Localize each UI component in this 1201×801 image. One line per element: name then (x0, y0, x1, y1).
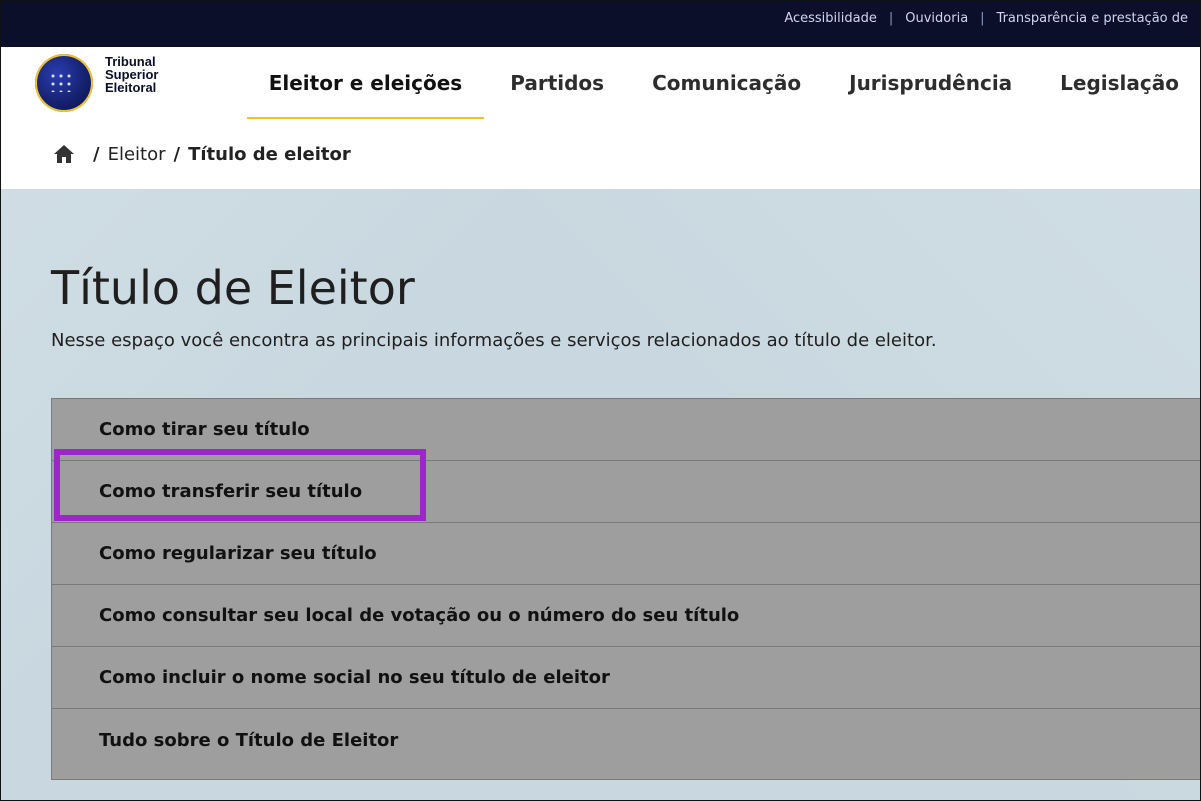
tse-logo-icon[interactable] (35, 54, 93, 112)
breadcrumb-separator: / (93, 143, 100, 165)
browser-viewport: Acessibilidade | Ouvidoria | Transparência e… (0, 0, 1201, 801)
link-transparencia[interactable]: Transparência e prestação de (985, 11, 1200, 26)
breadcrumb-eleitor[interactable]: Eleitor (108, 144, 166, 165)
link-acessibilidade[interactable]: Acessibilidade (772, 11, 889, 26)
breadcrumb: / Eleitor / Título de eleitor (1, 119, 1200, 189)
site-header: Tribunal Superior Eleitoral Eleitor e el… (1, 47, 1200, 120)
separator: | (980, 11, 985, 26)
breadcrumb-current: Título de eleitor (188, 143, 351, 165)
nav-eleitor-e-eleicoes[interactable]: Eleitor e eleições (246, 71, 484, 120)
nav-partidos[interactable]: Partidos (504, 71, 610, 95)
nav-jurisprudencia[interactable]: Jurisprudência (843, 71, 1018, 95)
accordion-item-tudo-sobre[interactable]: Tudo sobre o Título de Eleitor (52, 709, 1200, 771)
home-icon[interactable] (53, 144, 75, 164)
page-title: Título de Eleitor (51, 261, 415, 315)
accordion-item-consultar-local[interactable]: Como consultar seu local de votação ou o… (52, 585, 1200, 647)
top-utility-bar: Acessibilidade | Ouvidoria | Transparência e… (1, 1, 1200, 47)
accordion-item-nome-social[interactable]: Como incluir o nome social no seu título… (52, 647, 1200, 709)
main-nav: Eleitor e eleições Partidos Comunicação … (246, 47, 1185, 120)
utility-links: Acessibilidade | Ouvidoria | Transparência e… (772, 11, 1200, 26)
breadcrumb-separator: / (173, 143, 181, 165)
logo-text[interactable]: Tribunal Superior Eleitoral (105, 55, 185, 94)
nav-comunicacao[interactable]: Comunicação (646, 71, 807, 95)
highlight-annotation (54, 449, 426, 521)
logo-line: Eleitoral (105, 80, 157, 95)
nav-legislacao[interactable]: Legislação (1054, 71, 1185, 95)
page-description: Nesse espaço você encontra as principais… (51, 330, 937, 351)
link-ouvidoria[interactable]: Ouvidoria (893, 11, 980, 26)
accordion-item-regularizar-titulo[interactable]: Como regularizar seu título (52, 523, 1200, 585)
